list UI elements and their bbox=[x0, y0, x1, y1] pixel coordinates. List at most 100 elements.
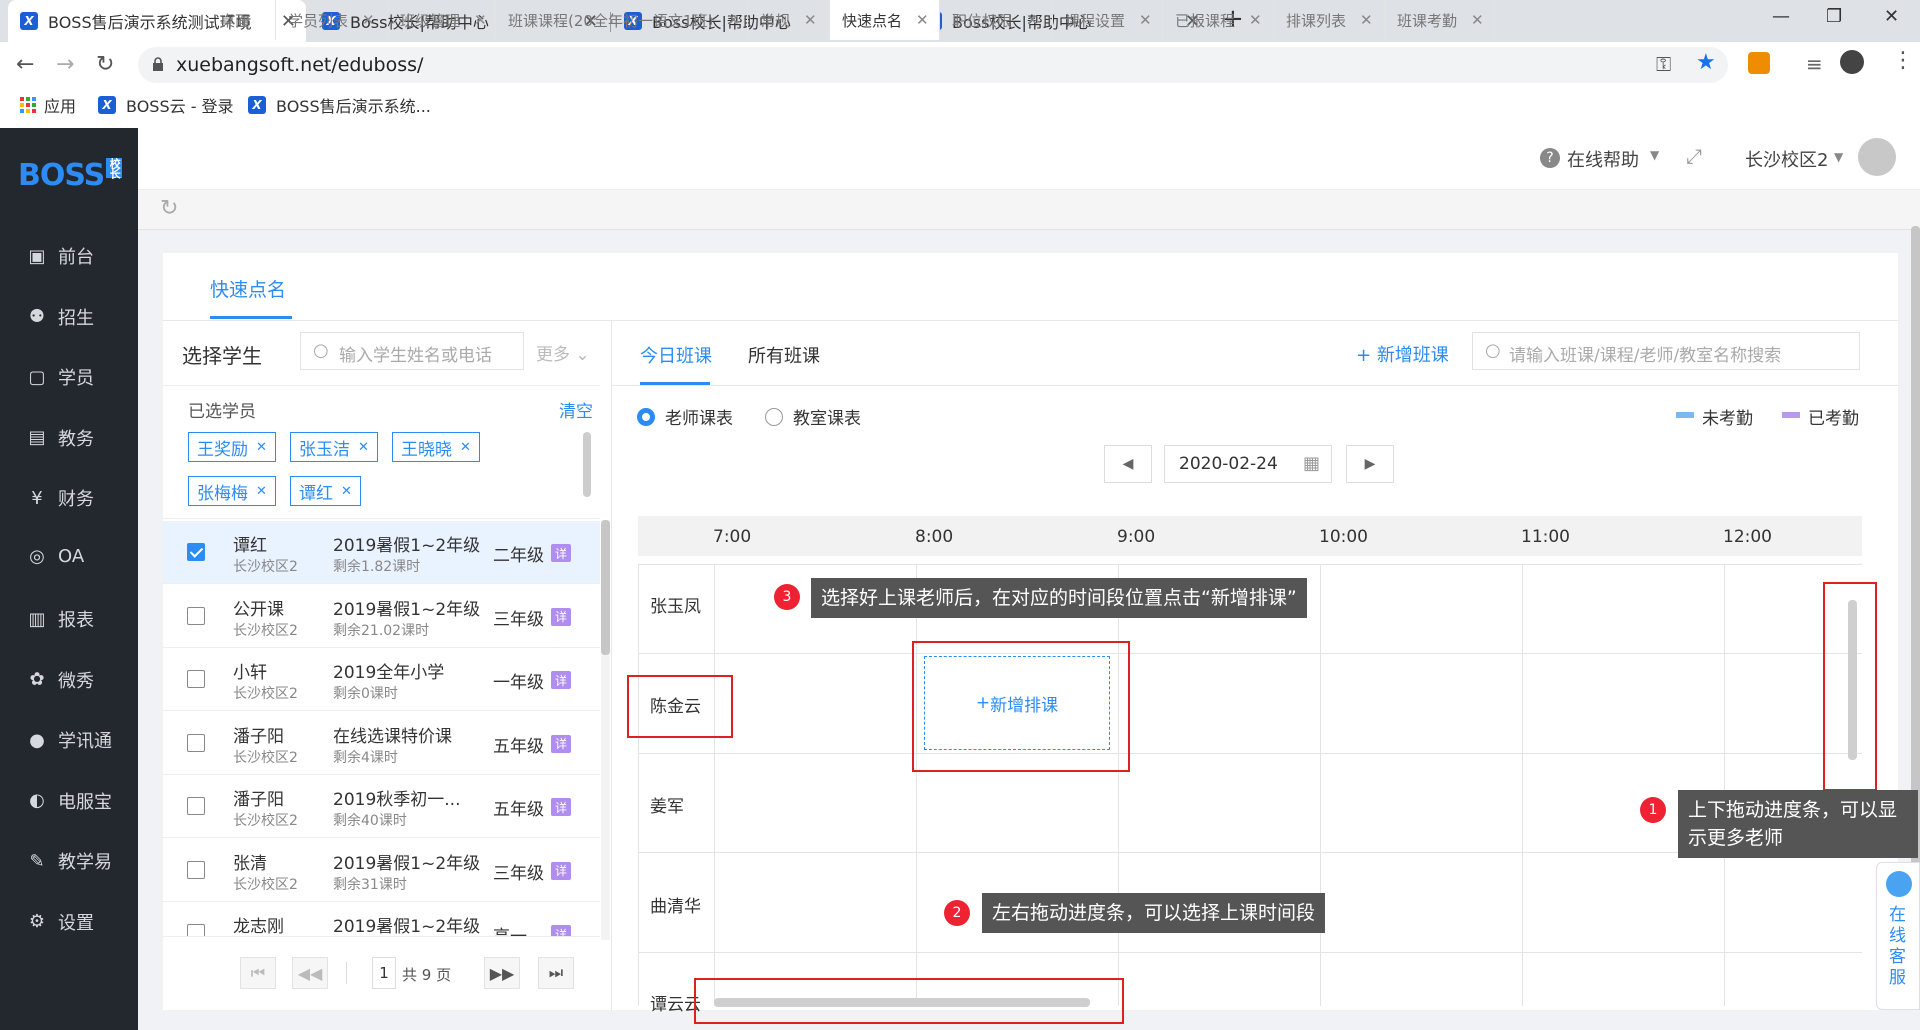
detail-badge[interactable]: 详 bbox=[551, 734, 571, 753]
next-page-button[interactable]: ▶▶ bbox=[484, 957, 520, 989]
page-tab[interactable]: 班级管理 ✕ bbox=[388, 0, 496, 40]
sidebar-item[interactable]: ✿ 微秀 bbox=[26, 667, 94, 693]
student-checkbox[interactable] bbox=[187, 860, 205, 879]
sidebar-item[interactable]: ◎ OA bbox=[26, 546, 84, 568]
online-service-float[interactable]: 在线客服 bbox=[1876, 862, 1920, 1010]
refresh-icon[interactable]: ↻ bbox=[160, 196, 178, 221]
student-checkbox[interactable] bbox=[187, 670, 205, 688]
page-tab[interactable]: 学员列表 ✕ bbox=[276, 0, 388, 40]
page-number-input[interactable]: 1 bbox=[372, 957, 396, 989]
chips-scrollbar[interactable] bbox=[583, 432, 591, 497]
student-checkbox[interactable] bbox=[187, 924, 205, 936]
detail-badge[interactable]: 详 bbox=[551, 671, 571, 689]
detail-badge[interactable]: 详 bbox=[551, 798, 571, 816]
remove-icon[interactable]: ✕ bbox=[460, 440, 471, 455]
bookmark-boss-cloud[interactable]: X BOSS云 - 登录 bbox=[98, 93, 234, 117]
reload-icon[interactable]: ↻ bbox=[96, 52, 114, 77]
bookmark-apps[interactable]: 应用 bbox=[20, 93, 76, 117]
fullscreen-icon[interactable]: ⤢ bbox=[1686, 144, 1702, 168]
close-window-icon[interactable]: ✕ bbox=[1884, 6, 1899, 27]
forward-icon[interactable]: → bbox=[56, 52, 74, 77]
student-list-scrollbar[interactable] bbox=[601, 520, 610, 655]
selected-chip[interactable]: 谭红 ✕ bbox=[290, 476, 361, 506]
page-tab[interactable]: 常规 ✕ bbox=[748, 0, 830, 40]
remove-icon[interactable]: ✕ bbox=[358, 440, 369, 455]
remove-icon[interactable]: ✕ bbox=[256, 440, 267, 455]
student-row[interactable]: 张清 长沙校区2 2019暑假1~2年级 剩余31课时 三年级详 bbox=[163, 838, 600, 902]
page-tab[interactable]: 已报课程 ✕ bbox=[1163, 0, 1274, 40]
panel-title[interactable]: 快速点名 bbox=[210, 275, 286, 302]
detail-badge[interactable]: 详 bbox=[551, 544, 571, 562]
student-row[interactable]: 潘子阳 长沙校区2 2019秋季初一... 剩余40课时 五年级详 bbox=[163, 775, 600, 838]
clear-button[interactable]: 清空 bbox=[559, 397, 593, 422]
student-checkbox[interactable] bbox=[187, 606, 205, 625]
sidebar-item[interactable]: ▥ 报表 bbox=[26, 606, 94, 632]
maximize-icon[interactable]: ❐ bbox=[1826, 6, 1842, 27]
close-tab-icon[interactable]: ✕ bbox=[804, 11, 817, 29]
student-checkbox[interactable] bbox=[187, 733, 205, 752]
student-row[interactable]: 公开课 长沙校区2 2019暑假1~2年级 剩余21.02课时 三年级详 bbox=[163, 584, 600, 648]
close-tab-icon[interactable]: ✕ bbox=[727, 11, 740, 29]
student-row[interactable]: 小轩 长沙校区2 2019全年小学 剩余0课时 一年级详 bbox=[163, 648, 600, 711]
last-page-button[interactable]: ⏭ bbox=[538, 957, 574, 989]
key-icon[interactable]: ⚿ bbox=[1656, 52, 1671, 76]
close-tab-icon[interactable]: ✕ bbox=[362, 11, 375, 29]
close-tab-icon[interactable]: ✕ bbox=[474, 11, 487, 29]
student-search-input[interactable]: ○ 输入学生姓名或电话 bbox=[300, 332, 524, 370]
detail-badge[interactable]: 详 bbox=[551, 607, 571, 626]
sidebar-item[interactable]: ⚉ 招生 bbox=[26, 304, 94, 330]
student-checkbox[interactable] bbox=[187, 797, 205, 815]
radio-teacher-schedule[interactable] bbox=[637, 408, 655, 426]
chevron-down-icon[interactable]: ▼ bbox=[1834, 150, 1843, 164]
reading-list-icon[interactable]: ≡ bbox=[1806, 52, 1823, 76]
close-tab-icon[interactable]: ✕ bbox=[1026, 11, 1039, 29]
address-bar[interactable]: xuebangsoft.net/eduboss/ bbox=[138, 47, 1728, 83]
selected-chip[interactable]: 张玉洁 ✕ bbox=[290, 432, 378, 462]
back-icon[interactable]: ← bbox=[16, 52, 34, 77]
close-tab-icon[interactable]: ✕ bbox=[1471, 11, 1484, 29]
minimize-icon[interactable]: — bbox=[1772, 6, 1790, 27]
remove-icon[interactable]: ✕ bbox=[256, 484, 267, 499]
add-class-button[interactable]: + 新增班课 bbox=[1356, 341, 1449, 367]
first-page-button[interactable]: ⏮ bbox=[240, 957, 276, 989]
online-help-link[interactable]: 在线帮助 bbox=[1567, 146, 1639, 172]
detail-badge[interactable]: 详 bbox=[551, 925, 571, 936]
page-tab[interactable]: 快速点名 ✕ bbox=[830, 0, 940, 40]
tab-all-classes[interactable]: 所有班课 bbox=[748, 342, 820, 368]
profile-icon[interactable] bbox=[1840, 50, 1864, 74]
avatar[interactable] bbox=[1858, 138, 1896, 176]
sidebar-item[interactable]: ▣ 前台 bbox=[26, 243, 94, 269]
date-input[interactable]: 2020-02-24 ▦ bbox=[1164, 445, 1332, 483]
sidebar-item[interactable]: ▢ 学员 bbox=[26, 364, 94, 390]
close-tab-icon[interactable]: ✕ bbox=[1249, 11, 1262, 29]
page-tab[interactable]: 职位权限 ✕ bbox=[940, 0, 1053, 40]
close-tab-icon[interactable]: ✕ bbox=[1360, 11, 1373, 29]
detail-badge[interactable]: 详 bbox=[551, 861, 571, 880]
prev-page-button[interactable]: ◀◀ bbox=[292, 957, 328, 989]
page-tab[interactable]: 班课课程(20全年初一语文1班) ✕ bbox=[496, 0, 748, 40]
more-filter-button[interactable]: 更多 ⌄ bbox=[536, 340, 590, 365]
selected-chip[interactable]: 张梅梅 ✕ bbox=[188, 476, 276, 506]
menu-icon[interactable]: ⋮ bbox=[1892, 48, 1914, 73]
class-search-input[interactable]: ○ 请输入班课/课程/老师/教室名称搜索 bbox=[1472, 332, 1860, 370]
radio-room-schedule[interactable] bbox=[765, 408, 783, 426]
next-date-button[interactable]: ▶ bbox=[1346, 445, 1394, 483]
sidebar-item[interactable]: ✎ 教学易 bbox=[26, 848, 112, 874]
student-row[interactable]: 谭红 长沙校区2 2019暑假1~2年级 剩余1.82课时 二年级详 bbox=[163, 521, 600, 584]
sidebar-item[interactable]: ⚙ 设置 bbox=[26, 909, 94, 935]
page-tab[interactable]: 班课考勤 ✕ bbox=[1385, 0, 1495, 40]
close-tab-icon[interactable]: ✕ bbox=[916, 11, 929, 29]
campus-selector[interactable]: 长沙校区2 bbox=[1745, 146, 1828, 172]
extension-icon[interactable] bbox=[1748, 52, 1770, 74]
student-row[interactable]: 龙志刚 2019暑假1~2年级 高一 详 bbox=[163, 902, 600, 937]
student-checkbox[interactable] bbox=[187, 543, 205, 561]
calendar-icon[interactable]: ▦ bbox=[1303, 453, 1320, 474]
tab-today-classes[interactable]: 今日班课 bbox=[640, 342, 712, 368]
chevron-down-icon[interactable]: ▼ bbox=[1650, 148, 1659, 162]
student-row[interactable]: 潘子阳 长沙校区2 在线选课特价课 剩余4课时 五年级详 bbox=[163, 711, 600, 775]
remove-icon[interactable]: ✕ bbox=[341, 484, 352, 499]
selected-chip[interactable]: 王晓晓 ✕ bbox=[392, 432, 480, 462]
page-tab[interactable]: 桌面 bbox=[208, 0, 276, 40]
close-tab-icon[interactable]: ✕ bbox=[1139, 11, 1152, 29]
page-tab[interactable]: 排课列表 ✕ bbox=[1274, 0, 1385, 40]
